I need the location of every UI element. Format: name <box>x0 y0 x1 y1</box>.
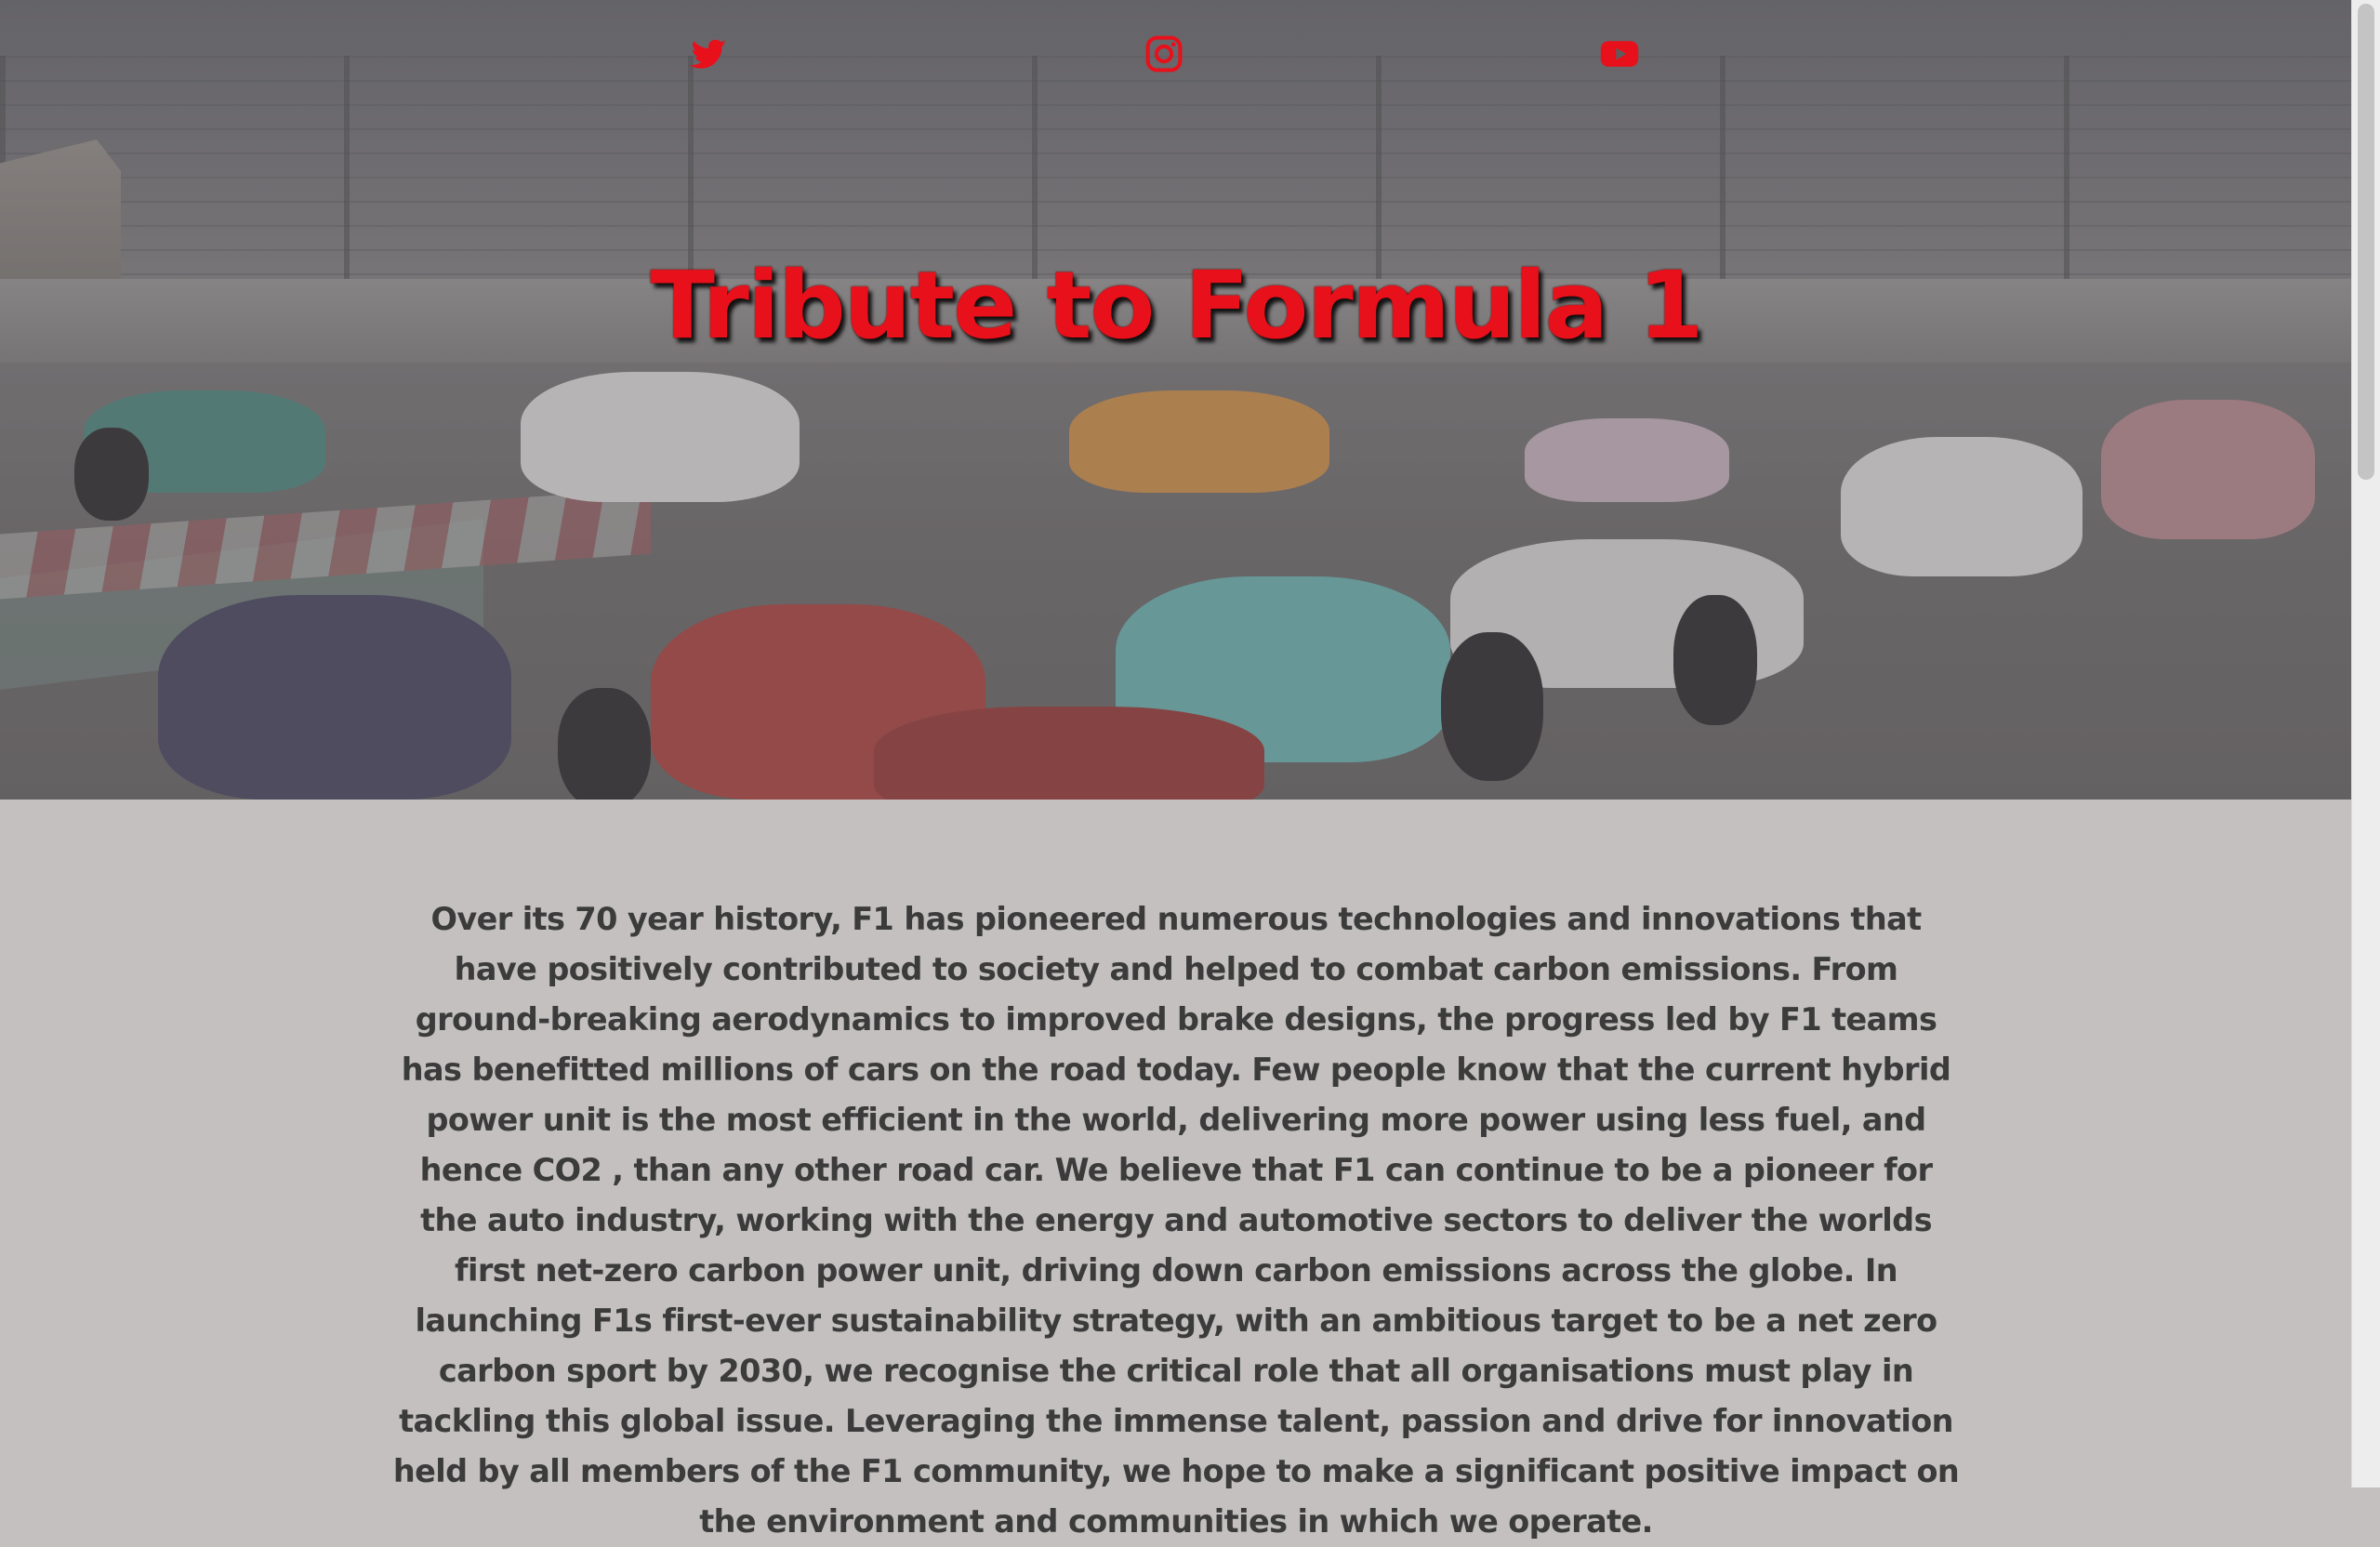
twitter-link[interactable] <box>688 33 729 74</box>
youtube-link[interactable] <box>1599 33 1640 74</box>
hero-overlay <box>0 0 2352 800</box>
twitter-icon <box>688 33 729 74</box>
social-links <box>0 33 2352 89</box>
instagram-link[interactable] <box>1144 33 1184 74</box>
intro-paragraph: Over its 70 year history, F1 has pioneer… <box>392 901 1960 1540</box>
instagram-icon <box>1144 33 1184 74</box>
page-scrollbar[interactable] <box>2351 0 2380 1488</box>
hero-banner <box>0 0 2352 800</box>
youtube-icon <box>1599 33 1640 74</box>
scrollbar-thumb[interactable] <box>2358 4 2374 480</box>
page-title: Tribute to Formula 1 <box>650 251 1703 360</box>
